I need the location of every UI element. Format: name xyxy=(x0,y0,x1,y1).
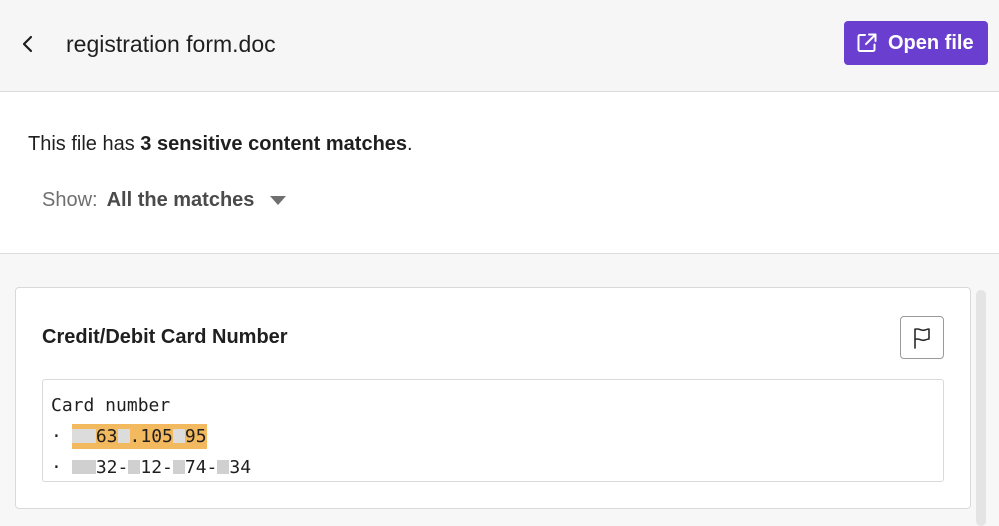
summary-suffix: . xyxy=(407,133,413,155)
snippet-heading: Card number xyxy=(51,395,171,416)
external-link-icon xyxy=(857,33,877,52)
match-fragment: 95 xyxy=(184,426,207,447)
match-fragment: 34 xyxy=(229,457,252,478)
match-fragment: 74- xyxy=(184,457,218,478)
match-type-title: Credit/Debit Card Number xyxy=(42,326,288,348)
match-snippet: Card number · 63 .105 95 · 32- 12- 74- 34 xyxy=(42,379,944,482)
redaction xyxy=(128,460,141,474)
redaction xyxy=(217,460,230,474)
match-fragment: 12- xyxy=(140,457,173,478)
redaction xyxy=(83,429,96,443)
match-filter: Show: All the matches xyxy=(42,186,287,214)
top-bar: registration form.doc Open file xyxy=(0,0,999,92)
open-file-button[interactable]: Open file xyxy=(844,21,988,65)
open-file-label: Open file xyxy=(888,31,974,54)
match-card: Credit/Debit Card Number Card number · 63… xyxy=(15,287,971,509)
match-line-2: · 32- 12- 74- 34 xyxy=(51,452,943,483)
redaction xyxy=(83,460,96,474)
redaction xyxy=(172,429,185,443)
chevron-left-icon xyxy=(22,35,33,53)
bullet: · xyxy=(51,426,62,447)
redaction xyxy=(71,460,84,474)
bullet: · xyxy=(51,457,62,478)
summary-prefix: This file has xyxy=(28,133,141,155)
page-title: registration form.doc xyxy=(66,31,276,57)
match-fragment: 63 xyxy=(95,426,118,447)
redaction xyxy=(117,429,130,443)
filter-label: Show: xyxy=(42,188,98,211)
match-line-1: · 63 .105 95 xyxy=(51,421,943,452)
redaction xyxy=(71,429,84,443)
highlighted-match: 63 .105 95 xyxy=(71,424,207,449)
match-fragment: 32- xyxy=(95,457,129,478)
redaction xyxy=(172,460,185,474)
caret-down-icon xyxy=(270,195,287,205)
filter-dropdown[interactable]: All the matches xyxy=(107,189,287,212)
filter-selected-value: All the matches xyxy=(106,188,255,211)
flag-button[interactable] xyxy=(900,316,944,359)
summary-count: 3 sensitive content matches xyxy=(140,133,408,155)
back-button[interactable] xyxy=(12,26,44,62)
scrollbar[interactable] xyxy=(976,290,986,526)
flag-icon xyxy=(914,327,930,349)
matches-summary: This file has 3 sensitive content matche… xyxy=(28,130,413,158)
match-fragment: .105 xyxy=(129,426,173,447)
